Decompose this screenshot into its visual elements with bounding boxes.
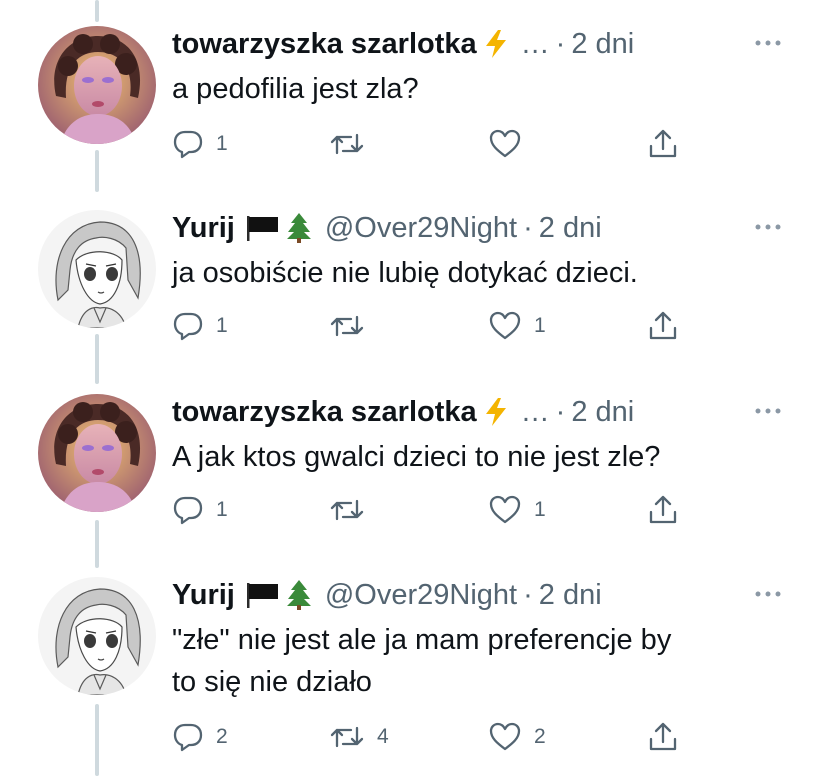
reply-count: 2 bbox=[216, 725, 228, 748]
like-button[interactable] bbox=[488, 124, 534, 164]
thread-line bbox=[95, 520, 99, 568]
share-icon bbox=[648, 128, 678, 160]
timestamp[interactable]: 2 dni bbox=[539, 579, 602, 612]
share-icon bbox=[648, 310, 678, 342]
like-button[interactable]: 2 bbox=[488, 717, 546, 757]
separator: · bbox=[523, 578, 533, 611]
tweet-text: "złe" nie jest ale ja mam preferencje by… bbox=[172, 619, 792, 703]
lightning-emoji-icon bbox=[483, 397, 509, 427]
avatar-image bbox=[38, 577, 156, 695]
reply-button[interactable]: 1 bbox=[172, 124, 228, 164]
retweet-button[interactable] bbox=[329, 306, 377, 346]
heart-icon bbox=[488, 310, 522, 342]
tweet-text-line: to się nie działo bbox=[172, 666, 372, 698]
retweet-icon bbox=[329, 721, 365, 753]
avatar[interactable] bbox=[38, 577, 156, 695]
share-button[interactable] bbox=[648, 124, 678, 164]
thread-line bbox=[95, 0, 99, 22]
timestamp[interactable]: 2 dni bbox=[571, 396, 634, 429]
handle[interactable]: @Over29Night bbox=[325, 212, 517, 245]
share-button[interactable] bbox=[648, 306, 678, 346]
reply-count: 1 bbox=[216, 132, 228, 155]
thread-line bbox=[95, 704, 99, 776]
avatar-image bbox=[38, 210, 156, 328]
reply-icon bbox=[172, 128, 204, 160]
reply-icon bbox=[172, 494, 204, 526]
retweet-icon bbox=[329, 128, 365, 160]
handle[interactable]: … bbox=[521, 28, 550, 61]
timestamp[interactable]: 2 dni bbox=[539, 212, 602, 245]
black-flag-emoji-icon bbox=[245, 213, 281, 243]
handle[interactable]: … bbox=[521, 396, 550, 429]
avatar[interactable] bbox=[38, 26, 156, 144]
evergreen-tree-emoji-icon bbox=[285, 212, 313, 244]
like-count: 2 bbox=[534, 725, 546, 748]
display-name[interactable]: Yurij bbox=[172, 579, 235, 612]
reply-count: 1 bbox=[216, 314, 228, 337]
thread-line bbox=[95, 150, 99, 192]
lightning-emoji-icon bbox=[483, 29, 509, 59]
black-flag-emoji-icon bbox=[245, 580, 281, 610]
retweet-button[interactable] bbox=[329, 490, 377, 530]
tweet-actions: 1 bbox=[172, 124, 692, 164]
reply-button[interactable]: 1 bbox=[172, 490, 228, 530]
retweet-icon bbox=[329, 494, 365, 526]
avatar-image bbox=[38, 26, 156, 144]
thread-line bbox=[95, 334, 99, 384]
reply-button[interactable]: 1 bbox=[172, 306, 228, 346]
like-count: 1 bbox=[534, 314, 546, 337]
tweet-text: a pedofilia jest zla? bbox=[172, 73, 419, 105]
display-name[interactable]: Yurij bbox=[172, 212, 235, 245]
retweet-count: 4 bbox=[377, 725, 389, 748]
share-icon bbox=[648, 494, 678, 526]
more-icon[interactable] bbox=[753, 396, 783, 426]
avatar-image bbox=[38, 394, 156, 512]
reply-button[interactable]: 2 bbox=[172, 717, 228, 757]
display-name[interactable]: towarzyszka szarlotka bbox=[172, 396, 477, 429]
like-button[interactable]: 1 bbox=[488, 306, 546, 346]
share-button[interactable] bbox=[648, 717, 678, 757]
handle[interactable]: @Over29Night bbox=[325, 579, 517, 612]
heart-icon bbox=[488, 128, 522, 160]
more-icon[interactable] bbox=[753, 28, 783, 58]
tweet-text: A jak ktos gwalci dzieci to nie jest zle… bbox=[172, 441, 661, 473]
more-icon[interactable] bbox=[753, 212, 783, 242]
avatar[interactable] bbox=[38, 394, 156, 512]
share-button[interactable] bbox=[648, 490, 678, 530]
tweet-header: towarzyszka szarlotka … · 2 dni bbox=[172, 390, 634, 434]
separator: · bbox=[555, 395, 566, 428]
evergreen-tree-emoji-icon bbox=[285, 579, 313, 611]
separator: · bbox=[523, 211, 533, 244]
retweet-icon bbox=[329, 310, 365, 342]
tweet-actions: 2 4 2 bbox=[172, 717, 692, 757]
avatar[interactable] bbox=[38, 210, 156, 328]
timestamp[interactable]: 2 dni bbox=[571, 28, 634, 61]
reply-icon bbox=[172, 310, 204, 342]
more-icon[interactable] bbox=[753, 579, 783, 609]
like-button[interactable]: 1 bbox=[488, 490, 546, 530]
like-count: 1 bbox=[534, 498, 546, 521]
tweet-header: Yurij @Over29Night · 2 dni bbox=[172, 573, 602, 617]
tweet-actions: 1 1 bbox=[172, 306, 692, 346]
display-name[interactable]: towarzyszka szarlotka bbox=[172, 28, 477, 61]
tweet-header: Yurij @Over29Night · 2 dni bbox=[172, 206, 602, 250]
retweet-button[interactable] bbox=[329, 124, 377, 164]
heart-icon bbox=[488, 721, 522, 753]
tweet-text: ja osobiście nie lubię dotykać dzieci. bbox=[172, 257, 638, 289]
share-icon bbox=[648, 721, 678, 753]
heart-icon bbox=[488, 494, 522, 526]
tweet-actions: 1 1 bbox=[172, 490, 692, 530]
tweet-header: towarzyszka szarlotka … · 2 dni bbox=[172, 22, 634, 66]
reply-icon bbox=[172, 721, 204, 753]
reply-count: 1 bbox=[216, 498, 228, 521]
retweet-button[interactable]: 4 bbox=[329, 717, 389, 757]
tweet-text-line: "złe" nie jest ale ja mam preferencje by bbox=[172, 624, 672, 656]
separator: · bbox=[555, 27, 566, 60]
